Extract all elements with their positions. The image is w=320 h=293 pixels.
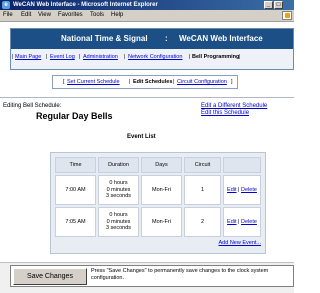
- sub-nav: [ Set Current Schedule | Edit Schedules …: [52, 75, 238, 89]
- save-note: Press "Save Changes" to permanently save…: [91, 268, 269, 281]
- row-1-circuit: 1: [184, 175, 221, 205]
- column-header-circuit: Circuit: [184, 157, 221, 173]
- nav-event-log[interactable]: Event Log: [50, 51, 75, 63]
- schedule-actions: Edit a Different Schedule Edit this Sche…: [201, 103, 267, 117]
- event-table: Time Duration Days Circuit 7:00 AM 0 hou…: [50, 152, 266, 254]
- nav-main-page[interactable]: Main Page: [15, 51, 41, 63]
- row-1-edit-link[interactable]: Edit: [227, 187, 236, 194]
- divider: [0, 97, 294, 98]
- row-1-days: Mon-Fri: [141, 175, 182, 205]
- windows-logo-icon: [282, 11, 292, 20]
- menu-view[interactable]: View: [38, 10, 51, 21]
- page-header: National Time & Signal : WeCAN Web Inter…: [10, 28, 294, 70]
- column-header-duration: Duration: [98, 157, 139, 173]
- subnav-circuit-configuration[interactable]: Circuit Configuration: [177, 76, 227, 88]
- save-bar: Save Changes Press "Save Changes" to per…: [0, 262, 294, 293]
- edit-different-schedule-link[interactable]: Edit a Different Schedule: [201, 103, 267, 110]
- row-1-delete-link[interactable]: Delete: [241, 187, 257, 194]
- maximize-button[interactable]: □: [274, 1, 283, 9]
- row-2-circuit: 2: [184, 207, 221, 237]
- page-title: National Time & Signal : WeCAN Web Inter…: [11, 29, 293, 49]
- save-changes-button[interactable]: Save Changes: [13, 268, 87, 285]
- editing-label: Editing Bell Schedule:: [3, 103, 62, 109]
- subnav-set-current-schedule[interactable]: Set Current Schedule: [67, 76, 120, 88]
- menu-file[interactable]: File: [3, 10, 13, 21]
- column-header-time: Time: [55, 157, 96, 173]
- nav-network-configuration[interactable]: Network Configuration: [128, 51, 182, 63]
- menu-bar: File Edit View Favorites Tools Help: [0, 10, 294, 22]
- row-1-duration: 0 hours 0 minutes 3 seconds: [98, 175, 139, 205]
- window-title: WeCAN Web Interface - Microsoft Internet…: [13, 2, 158, 8]
- menu-edit[interactable]: Edit: [21, 10, 31, 21]
- row-2-days: Mon-Fri: [141, 207, 182, 237]
- row-2-time: 7:05 AM: [55, 207, 96, 237]
- window-title-bar: e WeCAN Web Interface - Microsoft Intern…: [0, 0, 294, 10]
- minimize-button[interactable]: _: [264, 1, 273, 9]
- row-2-duration: 0 hours 0 minutes 3 seconds: [98, 207, 139, 237]
- main-nav: | Main Page | Event Log | Administration…: [11, 51, 293, 63]
- row-1-actions: Edit | Delete: [223, 175, 261, 205]
- save-panel: Save Changes Press "Save Changes" to per…: [10, 265, 294, 287]
- row-2-edit-link[interactable]: Edit: [227, 219, 236, 226]
- event-list-heading: Event List: [127, 134, 156, 140]
- menu-help[interactable]: Help: [111, 10, 123, 21]
- nav-bell-programming[interactable]: Bell Programming: [192, 51, 239, 63]
- menu-favorites[interactable]: Favorites: [58, 10, 83, 21]
- add-new-event-link[interactable]: Add New Event...: [219, 240, 262, 246]
- nav-administration[interactable]: Administration: [83, 51, 118, 63]
- row-2-delete-link[interactable]: Delete: [241, 219, 257, 226]
- schedule-name: Regular Day Bells: [36, 111, 113, 121]
- edit-this-schedule-link[interactable]: Edit this Schedule: [201, 110, 267, 117]
- row-1-time: 7:00 AM: [55, 175, 96, 205]
- subnav-edit-schedules[interactable]: Edit Schedules: [133, 76, 172, 88]
- row-2-actions: Edit | Delete: [223, 207, 261, 237]
- internet-explorer-icon: e: [2, 1, 10, 9]
- menu-tools[interactable]: Tools: [90, 10, 104, 21]
- column-header-actions: [223, 157, 261, 173]
- column-header-days: Days: [141, 157, 182, 173]
